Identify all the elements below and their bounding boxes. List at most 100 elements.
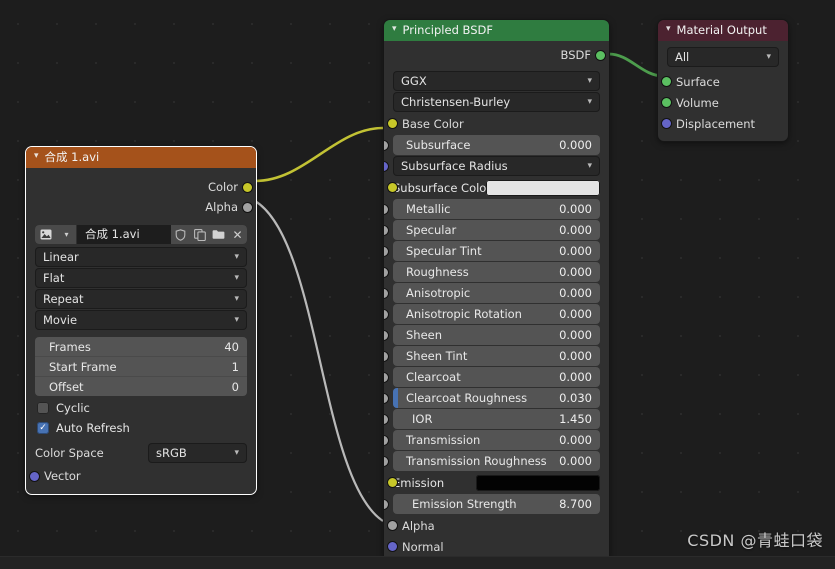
node-image-texture[interactable]: ▾ 合成 1.avi Color Alpha ▾ 合成 1.avi ✕ Line… [26, 147, 256, 494]
collapse-chevron-down-icon[interactable]: ▾ [392, 20, 397, 40]
node-material-output-header[interactable]: ▾ Material Output [658, 20, 788, 41]
checkbox-cyclic[interactable]: Cyclic [26, 398, 256, 417]
image-icon-glyph [40, 229, 52, 240]
socket-out-color[interactable] [243, 183, 252, 192]
dropdown-source[interactable]: Movie ▾ [35, 310, 247, 330]
status-bar [0, 556, 835, 569]
socket-row-normal: Normal [388, 536, 600, 557]
slider-specular[interactable]: Specular 0.000 [384, 220, 600, 240]
swatch-emission[interactable] [476, 474, 600, 491]
close-icon[interactable]: ✕ [228, 225, 247, 244]
checkbox-cyclic-box[interactable] [37, 401, 49, 414]
slider-metallic[interactable]: Metallic 0.000 [384, 199, 600, 219]
socket-in-vector[interactable] [30, 472, 39, 481]
socket-in-sheen-tint[interactable] [384, 352, 388, 361]
collapse-chevron-down-icon[interactable]: ▾ [666, 20, 671, 40]
socket-in-subsurface-color[interactable] [388, 183, 397, 192]
field-frames-value: 40 [224, 339, 239, 354]
socket-in-emission[interactable] [388, 478, 397, 487]
node-principled-bsdf-header[interactable]: ▾ Principled BSDF [384, 20, 609, 41]
socket-in-emission-strength[interactable] [384, 500, 388, 509]
socket-in-clearcoat-roughness[interactable] [384, 394, 388, 403]
dropdown-subsurface-method[interactable]: Christensen-Burley ▾ [393, 92, 600, 112]
socket-in-specular-tint[interactable] [384, 247, 388, 256]
duplicate-icon-glyph [193, 228, 206, 241]
socket-in-volume[interactable] [662, 98, 671, 107]
slider-ior[interactable]: IOR 1.450 [384, 409, 600, 429]
node-material-output[interactable]: ▾ Material Output All ▾ Surface Volume D… [658, 20, 788, 141]
node-image-texture-header[interactable]: ▾ 合成 1.avi [26, 147, 256, 168]
socket-in-sheen[interactable] [384, 331, 388, 340]
dropdown-subsurface-radius[interactable]: Subsurface Radius ▾ [384, 156, 600, 176]
slider-transmission-roughness[interactable]: Transmission Roughness 0.000 [384, 451, 600, 471]
socket-label-normal: Normal [402, 539, 444, 554]
collapse-chevron-down-icon[interactable]: ▾ [34, 147, 39, 167]
image-browse-chevron-down-icon[interactable]: ▾ [57, 225, 76, 244]
slider-specular-value: 0.000 [559, 223, 592, 237]
image-name-field[interactable]: 合成 1.avi [77, 225, 171, 244]
socket-in-subsurface-radius[interactable] [384, 162, 388, 171]
dropdown-extension-value: Repeat [43, 292, 84, 306]
socket-out-alpha[interactable] [243, 203, 252, 212]
field-offset[interactable]: Offset 0 [35, 377, 247, 396]
socket-in-specular[interactable] [384, 226, 388, 235]
socket-in-alpha[interactable] [388, 521, 397, 530]
socket-in-transmission-roughness[interactable] [384, 457, 388, 466]
socket-in-ior[interactable] [384, 415, 388, 424]
dropdown-target[interactable]: All ▾ [667, 47, 779, 67]
socket-in-metallic[interactable] [384, 205, 388, 214]
dropdown-projection[interactable]: Flat ▾ [35, 268, 247, 288]
slider-sheen-tint[interactable]: Sheen Tint 0.000 [384, 346, 600, 366]
slider-sheen-tint-label: Sheen Tint [406, 349, 468, 363]
shader-node-editor-canvas[interactable]: ▾ 合成 1.avi Color Alpha ▾ 合成 1.avi ✕ Line… [0, 0, 835, 569]
socket-label-base-color: Base Color [402, 116, 464, 131]
field-frames[interactable]: Frames 40 [35, 337, 247, 357]
slider-emission-strength[interactable]: Emission Strength 8.700 [384, 494, 600, 514]
slider-transmission-value: 0.000 [559, 433, 592, 447]
socket-in-displacement[interactable] [662, 119, 671, 128]
dropdown-distribution[interactable]: GGX ▾ [393, 71, 600, 91]
slider-anisotropic-rotation[interactable]: Anisotropic Rotation 0.000 [384, 304, 600, 324]
slider-clearcoat-roughness[interactable]: Clearcoat Roughness 0.030 [384, 388, 600, 408]
duplicate-icon[interactable] [190, 225, 209, 244]
slider-specular-tint[interactable]: Specular Tint 0.000 [384, 241, 600, 261]
slider-sheen[interactable]: Sheen 0.000 [384, 325, 600, 345]
checkbox-auto-refresh-box[interactable]: ✓ [37, 421, 49, 434]
slider-anisotropic[interactable]: Anisotropic 0.000 [384, 283, 600, 303]
slider-emission-strength-label: Emission Strength [412, 497, 517, 511]
field-start-frame[interactable]: Start Frame 1 [35, 357, 247, 377]
slider-sheen-value: 0.000 [559, 328, 592, 342]
socket-label-alpha: Alpha [205, 200, 238, 214]
socket-in-subsurface[interactable] [384, 141, 388, 150]
slider-subsurface[interactable]: Subsurface 0.000 [384, 135, 600, 155]
dropdown-extension[interactable]: Repeat ▾ [35, 289, 247, 309]
socket-in-surface[interactable] [662, 77, 671, 86]
socket-label-volume: Volume [676, 95, 719, 110]
slider-transmission[interactable]: Transmission 0.000 [384, 430, 600, 450]
label-emission: Emission [393, 475, 445, 490]
image-datablock-row[interactable]: ▾ 合成 1.avi ✕ [35, 225, 247, 244]
link-alpha-to-alpha [254, 200, 384, 522]
node-principled-bsdf[interactable]: ▾ Principled BSDF BSDF GGX ▾ Christensen… [384, 20, 609, 562]
socket-in-clearcoat[interactable] [384, 373, 388, 382]
field-offset-value: 0 [231, 379, 239, 394]
checkbox-auto-refresh[interactable]: ✓ Auto Refresh [26, 418, 256, 437]
image-icon[interactable] [35, 225, 57, 244]
socket-in-anisotropic-rotation[interactable] [384, 310, 388, 319]
slider-specular-tint-label: Specular Tint [406, 244, 482, 258]
socket-in-transmission[interactable] [384, 436, 388, 445]
dropdown-color-space[interactable]: sRGB ▾ [148, 443, 247, 463]
dropdown-interpolation[interactable]: Linear ▾ [35, 247, 247, 267]
socket-in-anisotropic[interactable] [384, 289, 388, 298]
slider-clearcoat[interactable]: Clearcoat 0.000 [384, 367, 600, 387]
socket-in-normal[interactable] [388, 542, 397, 551]
slider-roughness[interactable]: Roughness 0.000 [384, 262, 600, 282]
swatch-subsurface-color[interactable] [486, 179, 600, 196]
node-image-texture-title: 合成 1.avi [44, 150, 100, 164]
socket-in-base-color[interactable] [388, 119, 397, 128]
socket-out-bsdf[interactable] [596, 51, 605, 60]
shield-icon[interactable] [171, 225, 190, 244]
socket-in-roughness[interactable] [384, 268, 388, 277]
folder-icon[interactable] [209, 225, 228, 244]
slider-metallic-value: 0.000 [559, 202, 592, 216]
